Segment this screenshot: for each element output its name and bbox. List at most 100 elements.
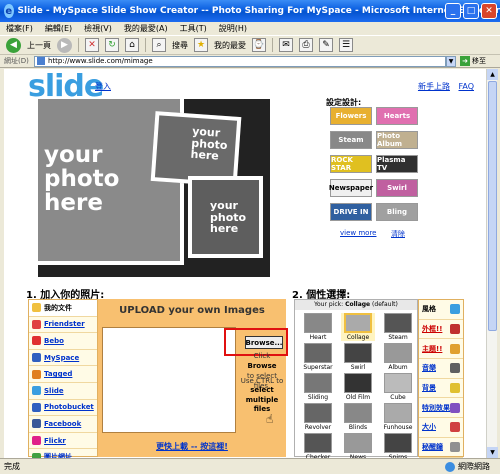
style-option[interactable]: Album [381, 343, 415, 371]
style-option[interactable]: Collage [341, 313, 375, 341]
window-title: Slide - MySpace Slide Show Creator -- Ph… [17, 6, 500, 16]
scroll-down-icon[interactable]: ▼ [487, 447, 498, 458]
getting-started-link[interactable]: 新手上路 [418, 82, 450, 91]
category-item[interactable]: 外框!! [419, 320, 463, 340]
faq-link[interactable]: FAQ [459, 82, 475, 91]
style-option[interactable]: Revolver [301, 403, 335, 431]
photo-source-item[interactable]: Slide [29, 383, 97, 400]
source-icon [32, 402, 41, 412]
style-option[interactable]: Superstar [301, 343, 335, 371]
design-tile[interactable]: Photo Album [376, 131, 418, 149]
photo-source-item[interactable]: Facebook [29, 416, 97, 433]
menu-edit[interactable]: 編輯(E) [45, 23, 72, 34]
design-tile[interactable]: Bling [376, 203, 418, 221]
photo-source-item[interactable]: 我的文件 [29, 300, 97, 317]
photo-source-item[interactable]: Photobucket [29, 400, 97, 417]
fast-upload-link[interactable]: 更快上載 -- 按這裡! [98, 441, 286, 452]
mail-icon[interactable]: ✉ [279, 38, 293, 52]
category-item[interactable]: 風格 [419, 300, 463, 320]
design-grid: Flowers Hearts Steam Photo Album ROCK STAR Pl… [329, 107, 418, 221]
forward-icon[interactable]: ▶ [57, 37, 72, 53]
source-icon [32, 386, 41, 396]
photo-source-item[interactable]: Friendster [29, 317, 97, 334]
design-tile[interactable]: ROCK STAR [330, 155, 372, 173]
design-tile[interactable]: Newspaper [329, 179, 373, 197]
photo-source-item[interactable]: Bebo [29, 333, 97, 350]
discuss-icon[interactable]: ☰ [339, 38, 353, 52]
menu-view[interactable]: 檢視(V) [84, 23, 112, 34]
category-icon [450, 422, 460, 433]
style-option[interactable]: Swirl [341, 343, 375, 371]
design-tile[interactable]: DRIVE IN [330, 203, 372, 221]
menu-help[interactable]: 說明(H) [219, 23, 247, 34]
design-tile[interactable]: Plasma TV [376, 155, 418, 173]
favorites-button-label[interactable]: 我的最愛 [214, 40, 246, 51]
category-item[interactable]: 主題!! [419, 339, 463, 360]
status-text: 完成 [4, 462, 20, 471]
history-icon[interactable]: ⌚ [252, 38, 266, 52]
edit-icon[interactable]: ✎ [319, 38, 333, 52]
home-icon[interactable]: ⌂ [125, 38, 139, 52]
vertical-scrollbar[interactable]: ▲ ▼ [486, 69, 498, 458]
style-option[interactable]: Sliding [301, 373, 335, 401]
internet-zone-icon [445, 461, 455, 472]
style-option[interactable]: Old Film [341, 373, 375, 401]
stop-icon[interactable]: ✕ [85, 38, 99, 52]
style-option[interactable]: Heart [301, 313, 335, 341]
menu-tools[interactable]: 工具(T) [180, 23, 207, 34]
style-option[interactable]: News [341, 433, 375, 458]
go-button[interactable]: ➜ 移至 [460, 56, 486, 66]
style-option[interactable]: Funhouse [381, 403, 415, 431]
style-option[interactable]: Checker [301, 433, 335, 458]
back-icon[interactable]: ◀ [6, 37, 21, 53]
menu-file[interactable]: 檔案(F) [6, 23, 33, 34]
minimize-button[interactable]: _ [445, 3, 461, 19]
scroll-thumb[interactable] [488, 81, 497, 331]
go-label: 移至 [472, 57, 486, 65]
photo-source-item[interactable]: 圖片網址 [29, 449, 97, 458]
upload-file-list[interactable] [102, 327, 236, 433]
search-icon[interactable]: ⌕ [152, 38, 166, 52]
style-option[interactable]: Spiros [381, 433, 415, 458]
view-more-link[interactable]: view more [340, 229, 376, 237]
photo-source-item[interactable]: Flickr [29, 433, 97, 450]
clear-link[interactable]: 清除 [391, 229, 405, 239]
close-button[interactable]: ✕ [481, 3, 497, 19]
design-tile[interactable]: Hearts [376, 107, 418, 125]
category-item[interactable]: 背景 [419, 379, 463, 399]
style-label: Collage [346, 334, 370, 341]
menu-favorites[interactable]: 我的最愛(A) [124, 23, 168, 34]
design-tile[interactable]: Flowers [330, 107, 372, 125]
style-pick-line: Your pick: Collage (default) [295, 300, 417, 310]
favorites-icon[interactable]: ★ [194, 38, 208, 52]
style-option[interactable]: Blinds [341, 403, 375, 431]
address-dropdown-icon[interactable]: ▼ [446, 55, 456, 67]
category-item[interactable]: 特別效果 [419, 398, 463, 419]
login-link[interactable]: 登入 [95, 81, 111, 92]
photo-source-item[interactable]: Tagged [29, 366, 97, 383]
source-label: Bebo [44, 336, 64, 345]
address-input[interactable]: http://www.slide.com/mimage [34, 55, 446, 67]
window-titlebar: e Slide - MySpace Slide Show Creator -- … [0, 0, 500, 22]
print-icon[interactable]: ⎙ [299, 38, 313, 52]
category-label: 外框!! [422, 325, 443, 334]
style-thumbnail [304, 403, 332, 423]
category-item[interactable]: 秘醒鐘 [419, 438, 463, 458]
style-option[interactable]: Cube [381, 373, 415, 401]
preview-photo-bottom: your photo here [188, 176, 263, 258]
style-option[interactable]: Steam [381, 313, 415, 341]
search-button-label[interactable]: 搜尋 [172, 40, 188, 51]
scroll-up-icon[interactable]: ▲ [487, 69, 498, 80]
category-item[interactable]: 音樂 [419, 359, 463, 379]
style-label: Superstar [303, 364, 333, 371]
zone-label: 網際網路 [458, 462, 490, 471]
design-tile[interactable]: Steam [330, 131, 372, 149]
refresh-icon[interactable]: ↻ [105, 38, 119, 52]
photo-source-item[interactable]: MySpace [29, 350, 97, 367]
style-label: Revolver [304, 424, 332, 431]
style-label: Blinds [348, 424, 368, 431]
design-tile[interactable]: Swirl [376, 179, 418, 197]
maximize-button[interactable]: □ [463, 3, 479, 19]
category-item[interactable]: 大小 [419, 418, 463, 438]
back-button-label[interactable]: 上一頁 [27, 40, 51, 51]
